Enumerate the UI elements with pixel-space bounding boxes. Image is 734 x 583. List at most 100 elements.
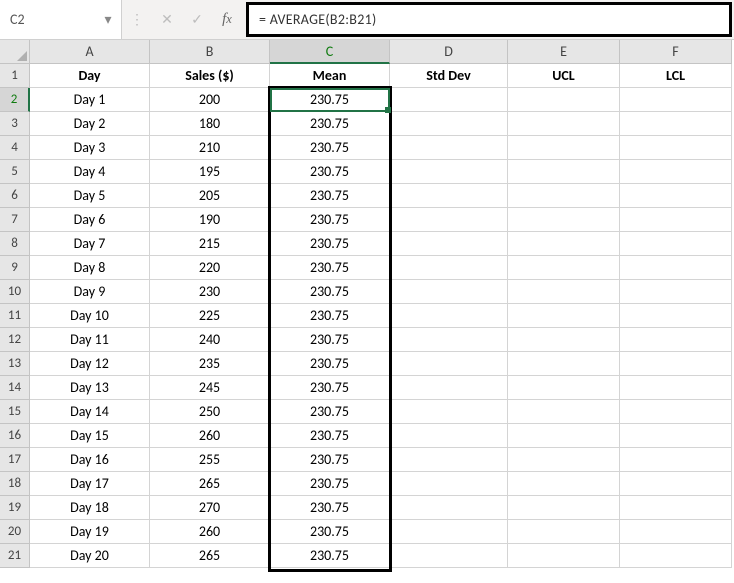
cell-B15[interactable]: 250 <box>150 400 270 424</box>
name-box[interactable]: C2 ▾ <box>0 0 122 39</box>
cell-F3[interactable] <box>620 112 732 136</box>
row-header-6[interactable]: 6 <box>0 184 30 208</box>
cell-D19[interactable] <box>390 496 508 520</box>
cell-C17[interactable]: 230.75 <box>270 448 390 472</box>
cell-D4[interactable] <box>390 136 508 160</box>
cell-F10[interactable] <box>620 280 732 304</box>
cell-A17[interactable]: Day 16 <box>30 448 150 472</box>
cell-E2[interactable] <box>508 88 620 112</box>
cell-C12[interactable]: 230.75 <box>270 328 390 352</box>
cell-C4[interactable]: 230.75 <box>270 136 390 160</box>
cell-E4[interactable] <box>508 136 620 160</box>
cell-E15[interactable] <box>508 400 620 424</box>
caret-down-icon[interactable]: ▾ <box>101 11 115 28</box>
cell-B5[interactable]: 195 <box>150 160 270 184</box>
cell-D15[interactable] <box>390 400 508 424</box>
cell-F15[interactable] <box>620 400 732 424</box>
cell-B10[interactable]: 230 <box>150 280 270 304</box>
cell-D7[interactable] <box>390 208 508 232</box>
row-header-7[interactable]: 7 <box>0 208 30 232</box>
row-header-11[interactable]: 11 <box>0 304 30 328</box>
cell-F12[interactable] <box>620 328 732 352</box>
row-header-16[interactable]: 16 <box>0 424 30 448</box>
cell-B3[interactable]: 180 <box>150 112 270 136</box>
formula-bar-input[interactable]: = AVERAGE(B2:B21) <box>246 2 732 37</box>
row-header-2[interactable]: 2 <box>0 88 30 112</box>
column-header-D[interactable]: D <box>390 40 508 64</box>
cell-A9[interactable]: Day 8 <box>30 256 150 280</box>
cell-C13[interactable]: 230.75 <box>270 352 390 376</box>
cell-F13[interactable] <box>620 352 732 376</box>
cell-C19[interactable]: 230.75 <box>270 496 390 520</box>
cell-D1[interactable]: Std Dev <box>390 64 508 88</box>
cell-A1[interactable]: Day <box>30 64 150 88</box>
column-header-F[interactable]: F <box>620 40 732 64</box>
cell-E13[interactable] <box>508 352 620 376</box>
cell-C18[interactable]: 230.75 <box>270 472 390 496</box>
cell-B8[interactable]: 215 <box>150 232 270 256</box>
cell-D9[interactable] <box>390 256 508 280</box>
row-header-9[interactable]: 9 <box>0 256 30 280</box>
row-header-12[interactable]: 12 <box>0 328 30 352</box>
cell-D11[interactable] <box>390 304 508 328</box>
cell-E9[interactable] <box>508 256 620 280</box>
cell-B12[interactable]: 240 <box>150 328 270 352</box>
cell-C6[interactable]: 230.75 <box>270 184 390 208</box>
row-header-3[interactable]: 3 <box>0 112 30 136</box>
cell-C9[interactable]: 230.75 <box>270 256 390 280</box>
cell-A12[interactable]: Day 11 <box>30 328 150 352</box>
cell-A2[interactable]: Day 1 <box>30 88 150 112</box>
cell-A3[interactable]: Day 2 <box>30 112 150 136</box>
row-header-10[interactable]: 10 <box>0 280 30 304</box>
cell-B4[interactable]: 210 <box>150 136 270 160</box>
cell-B9[interactable]: 220 <box>150 256 270 280</box>
column-header-A[interactable]: A <box>30 40 150 64</box>
row-header-19[interactable]: 19 <box>0 496 30 520</box>
cell-D14[interactable] <box>390 376 508 400</box>
cell-C21[interactable]: 230.75 <box>270 544 390 568</box>
cell-A7[interactable]: Day 6 <box>30 208 150 232</box>
cell-E14[interactable] <box>508 376 620 400</box>
cell-C16[interactable]: 230.75 <box>270 424 390 448</box>
cell-C20[interactable]: 230.75 <box>270 520 390 544</box>
cell-D3[interactable] <box>390 112 508 136</box>
cell-A21[interactable]: Day 20 <box>30 544 150 568</box>
cell-F17[interactable] <box>620 448 732 472</box>
row-header-8[interactable]: 8 <box>0 232 30 256</box>
row-header-4[interactable]: 4 <box>0 136 30 160</box>
cell-A10[interactable]: Day 9 <box>30 280 150 304</box>
column-header-C[interactable]: C <box>270 40 390 64</box>
cell-A11[interactable]: Day 10 <box>30 304 150 328</box>
cell-A6[interactable]: Day 5 <box>30 184 150 208</box>
cell-A5[interactable]: Day 4 <box>30 160 150 184</box>
cell-F11[interactable] <box>620 304 732 328</box>
row-header-21[interactable]: 21 <box>0 544 30 568</box>
cell-C3[interactable]: 230.75 <box>270 112 390 136</box>
cell-D2[interactable] <box>390 88 508 112</box>
cell-B17[interactable]: 255 <box>150 448 270 472</box>
cell-A4[interactable]: Day 3 <box>30 136 150 160</box>
cell-E20[interactable] <box>508 520 620 544</box>
cell-C1[interactable]: Mean <box>270 64 390 88</box>
cell-D21[interactable] <box>390 544 508 568</box>
cell-A20[interactable]: Day 19 <box>30 520 150 544</box>
select-all-corner[interactable] <box>0 40 30 64</box>
cell-F2[interactable] <box>620 88 732 112</box>
cell-E6[interactable] <box>508 184 620 208</box>
cell-F21[interactable] <box>620 544 732 568</box>
row-header-13[interactable]: 13 <box>0 352 30 376</box>
cell-C15[interactable]: 230.75 <box>270 400 390 424</box>
cell-E5[interactable] <box>508 160 620 184</box>
cell-F7[interactable] <box>620 208 732 232</box>
cell-F20[interactable] <box>620 520 732 544</box>
cell-F5[interactable] <box>620 160 732 184</box>
cell-C5[interactable]: 230.75 <box>270 160 390 184</box>
cell-A19[interactable]: Day 18 <box>30 496 150 520</box>
cell-D17[interactable] <box>390 448 508 472</box>
cell-F8[interactable] <box>620 232 732 256</box>
cell-D8[interactable] <box>390 232 508 256</box>
cell-A16[interactable]: Day 15 <box>30 424 150 448</box>
cell-E1[interactable]: UCL <box>508 64 620 88</box>
row-header-20[interactable]: 20 <box>0 520 30 544</box>
cell-C2[interactable]: 230.75 <box>270 88 390 112</box>
